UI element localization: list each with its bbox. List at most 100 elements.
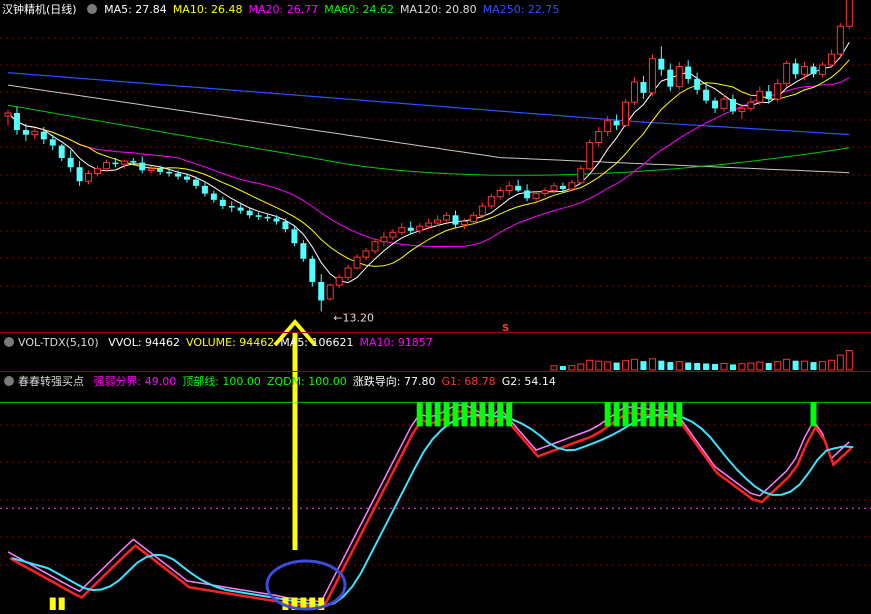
candle-body [166,171,173,174]
top-signal-bar [497,402,504,427]
ma120-line [7,84,850,174]
candle-body [756,90,764,103]
candle-body [192,179,199,186]
main-panel-title[interactable]: 汉钟精机(日线) [2,3,77,16]
top-signal-bar [425,402,432,427]
candle-body [595,131,603,143]
volume-bar [613,362,620,370]
candle-body [496,190,504,198]
settings-dot-icon[interactable] [4,337,14,347]
panel-separator [0,332,871,333]
candle-body [469,214,477,223]
candle-body [13,113,20,131]
candle-body [326,284,334,300]
indicator-label: ZQDM: 100.00 [266,375,347,388]
main-panel-header: 汉钟精机(日线) MA5: 27.84 MA10: 26.48 MA20: 26.7… [0,2,571,18]
volume-bar [845,349,853,371]
candle-body [836,25,844,55]
top-signal-bar [452,402,459,427]
ma10-line [7,59,850,267]
candle-body [765,91,772,100]
volume-bar [622,360,630,371]
volume-bar [712,363,719,370]
candle-body [586,141,594,170]
candle-body [362,250,370,258]
indicator-label: MA5: 106621 [280,336,354,349]
candle-body [434,219,442,224]
candle-body [568,182,576,190]
top-signal-bar [604,402,611,427]
top-signal-bar [667,402,674,427]
volume-bar [685,362,692,370]
candle-body [58,145,65,158]
volume-bar [550,365,558,371]
indicator-panel-title[interactable]: 春春转强买点 [18,375,84,388]
settings-dot-icon[interactable] [86,4,97,14]
candle-body [524,190,531,199]
candle-body [577,168,585,184]
volume-bar [586,359,594,371]
direction-line [7,404,850,603]
candle-body [658,58,665,70]
volume-bar [658,360,665,370]
bottom-signal-bar [58,597,65,610]
indicator-signal-bars [49,402,817,610]
candle-body [613,120,620,126]
candle-body [515,185,522,191]
candle-body [237,207,244,211]
candle-body [120,160,128,165]
top-signal-bar [810,402,817,427]
candle-body [478,205,486,216]
volume-bar [765,363,772,370]
candle-body [282,221,289,230]
volume-bar [703,363,710,370]
candle-body [818,64,826,75]
top-signal-bar [658,402,665,427]
candle-body [640,82,647,93]
top-signal-bar [613,402,620,427]
candle-body [184,176,190,180]
candle-body [729,99,736,112]
volume-bar [640,361,647,370]
volume-bar [836,354,844,371]
volume-bar [756,361,764,371]
indicator-label: MA250: 22.75 [482,3,560,16]
top-signal-bar [622,402,629,427]
indicator-label: 强弱分界: 49.00 [93,375,177,388]
candle-body [147,168,155,171]
top-signal-bar [676,402,683,427]
candle-body [416,225,424,232]
indicator-lines [0,401,871,610]
candle-body [801,66,809,75]
candle-body [22,130,29,135]
candle-body [49,139,56,146]
candle-body [219,199,226,206]
indicator-label: MA10: 91857 [359,336,433,349]
low-price-label: ←13.20 [333,311,374,324]
candle-body [703,89,710,101]
candle-body [76,167,83,182]
volume-bar [559,366,566,370]
volume-indicator-list: VVOL: 94462 VOLUME: 94462 MA5: 106621 MA10:… [108,336,439,349]
candle-body [747,101,755,109]
candle-body [827,53,835,66]
volume-bar [667,362,674,370]
candle-body [532,193,540,199]
candle-body [175,173,182,177]
top-signal-bar [443,402,450,427]
candle-body [31,131,39,136]
volume-panel-title[interactable]: VOL-TDX(5,10) [18,336,99,349]
volume-bar [783,358,791,371]
indicator-label: MA5: 27.84 [104,3,167,16]
volume-bar [577,363,585,371]
settings-dot-icon[interactable] [4,376,14,386]
top-signal-bar [488,402,495,427]
candle-body [845,0,853,27]
stock-chart: ←13.20S [0,0,871,611]
candle-body [4,112,12,117]
candle-body [505,185,513,192]
candle-body [487,196,495,207]
candle-body [452,215,459,225]
candle-body [675,66,683,88]
candle-body [810,66,817,75]
